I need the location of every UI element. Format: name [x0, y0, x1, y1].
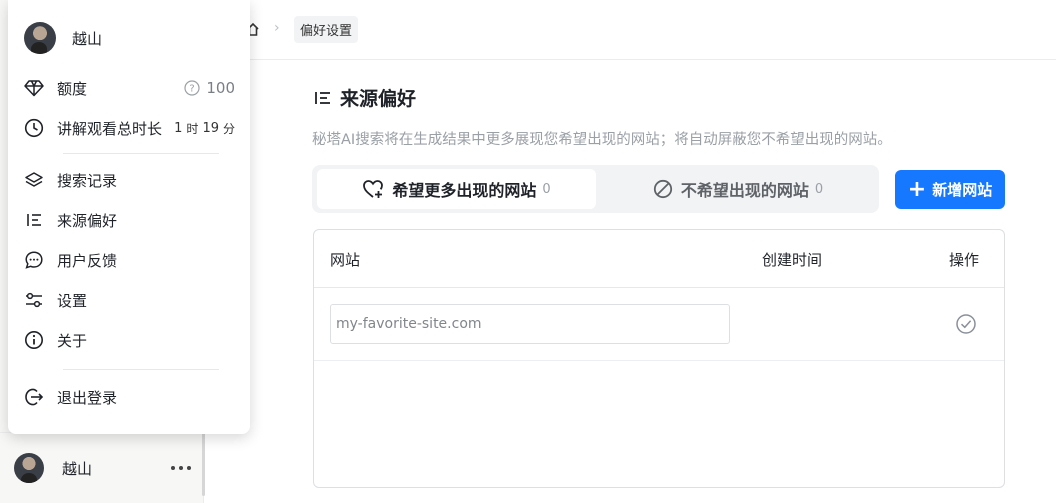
table-row	[314, 289, 1004, 361]
quota-value: 100	[206, 79, 235, 97]
menu-item-label: 设置	[57, 291, 88, 310]
page-heading: 来源偏好	[314, 84, 416, 111]
tab-blocked-sites[interactable]: 不希望出现的网站 0	[602, 169, 874, 209]
add-site-label: 新增网站	[932, 181, 993, 199]
menu-item-feedback[interactable]: 用户反馈	[23, 247, 235, 273]
list-filter-icon	[315, 91, 330, 104]
tab-label: 不希望出现的网站	[680, 181, 809, 200]
sites-table: 网站 创建时间 操作	[313, 229, 1005, 488]
plus-icon: +	[907, 176, 927, 202]
duration-label: 讲解观看总时长	[57, 119, 163, 138]
column-header-site: 网站	[330, 251, 361, 269]
sidebar-user[interactable]: 越山	[14, 453, 92, 483]
chat-bubble-icon	[23, 249, 45, 271]
avatar	[14, 453, 44, 483]
help-icon[interactable]: ?	[184, 80, 200, 96]
svg-text:?: ?	[190, 84, 195, 95]
tab-count: 0	[542, 181, 551, 197]
sidebar-user-name: 越山	[62, 459, 93, 478]
menu-item-settings[interactable]: 设置	[23, 287, 235, 313]
avatar	[24, 22, 56, 54]
more-dot-icon	[171, 466, 175, 470]
sliders-icon	[23, 289, 45, 311]
menu-divider	[63, 369, 219, 370]
menu-item-logout[interactable]: 退出登录	[23, 384, 235, 410]
site-input[interactable]	[330, 304, 730, 344]
layers-icon	[23, 169, 45, 191]
menu-item-about[interactable]: 关于	[23, 327, 235, 353]
table-header: 网站 创建时间 操作	[314, 230, 1004, 288]
more-options-button[interactable]	[168, 458, 194, 478]
list-filter-icon	[23, 209, 45, 231]
duration-row: 讲解观看总时长 1 时 19 分	[23, 115, 235, 141]
duration-hours: 1	[174, 120, 183, 136]
menu-item-label: 用户反馈	[57, 251, 118, 270]
duration-minutes: 19	[202, 120, 219, 136]
menu-user-name: 越山	[72, 29, 103, 48]
more-dot-icon	[187, 466, 191, 470]
quota-label: 额度	[57, 79, 88, 98]
menu-item-label: 搜索记录	[57, 171, 118, 190]
menu-item-search-history[interactable]: 搜索记录	[23, 167, 235, 193]
menu-item-source-preference[interactable]: 来源偏好	[23, 207, 235, 233]
add-site-button[interactable]: + 新增网站	[895, 170, 1005, 209]
menu-item-label: 退出登录	[57, 388, 118, 407]
quota-value-group: ? 100	[184, 79, 235, 97]
column-header-created: 创建时间	[762, 251, 823, 269]
diamond-icon	[23, 77, 45, 99]
logout-icon	[23, 386, 45, 408]
duration-hours-unit: 时	[186, 121, 199, 136]
clock-icon	[23, 117, 45, 139]
preference-tabs: 希望更多出现的网站 0 不希望出现的网站 0	[312, 165, 879, 213]
sidebar-scrollbar[interactable]	[202, 430, 205, 496]
breadcrumb-current[interactable]: 偏好设置	[294, 16, 359, 43]
user-menu: 越山 额度 ? 100 讲解观看总时长 1 时 19 分 搜索记录 来源偏好 用…	[8, 0, 250, 434]
check-circle-icon[interactable]	[955, 313, 977, 335]
column-header-action: 操作	[949, 251, 980, 269]
duration-minutes-unit: 分	[222, 121, 235, 136]
menu-item-label: 来源偏好	[57, 211, 118, 230]
menu-user: 越山	[24, 22, 102, 54]
menu-item-label: 关于	[57, 331, 88, 350]
heart-plus-icon	[363, 180, 384, 198]
menu-divider	[63, 153, 219, 154]
page-title: 来源偏好	[340, 88, 417, 110]
page-description: 秘塔AI搜索将在生成结果中更多展现您希望出现的网站；将自动屏蔽您不希望出现的网站…	[312, 132, 892, 148]
more-dot-icon	[179, 466, 183, 470]
quota-row: 额度 ? 100	[23, 75, 235, 101]
duration-value: 1 时 19 分	[170, 120, 235, 137]
info-icon	[23, 329, 45, 351]
tab-label: 希望更多出现的网站	[392, 181, 537, 200]
breadcrumb-separator-icon: ›	[274, 20, 280, 36]
tab-count: 0	[814, 181, 824, 197]
tab-preferred-sites[interactable]: 希望更多出现的网站 0	[317, 169, 596, 209]
prohibited-icon	[653, 179, 672, 199]
